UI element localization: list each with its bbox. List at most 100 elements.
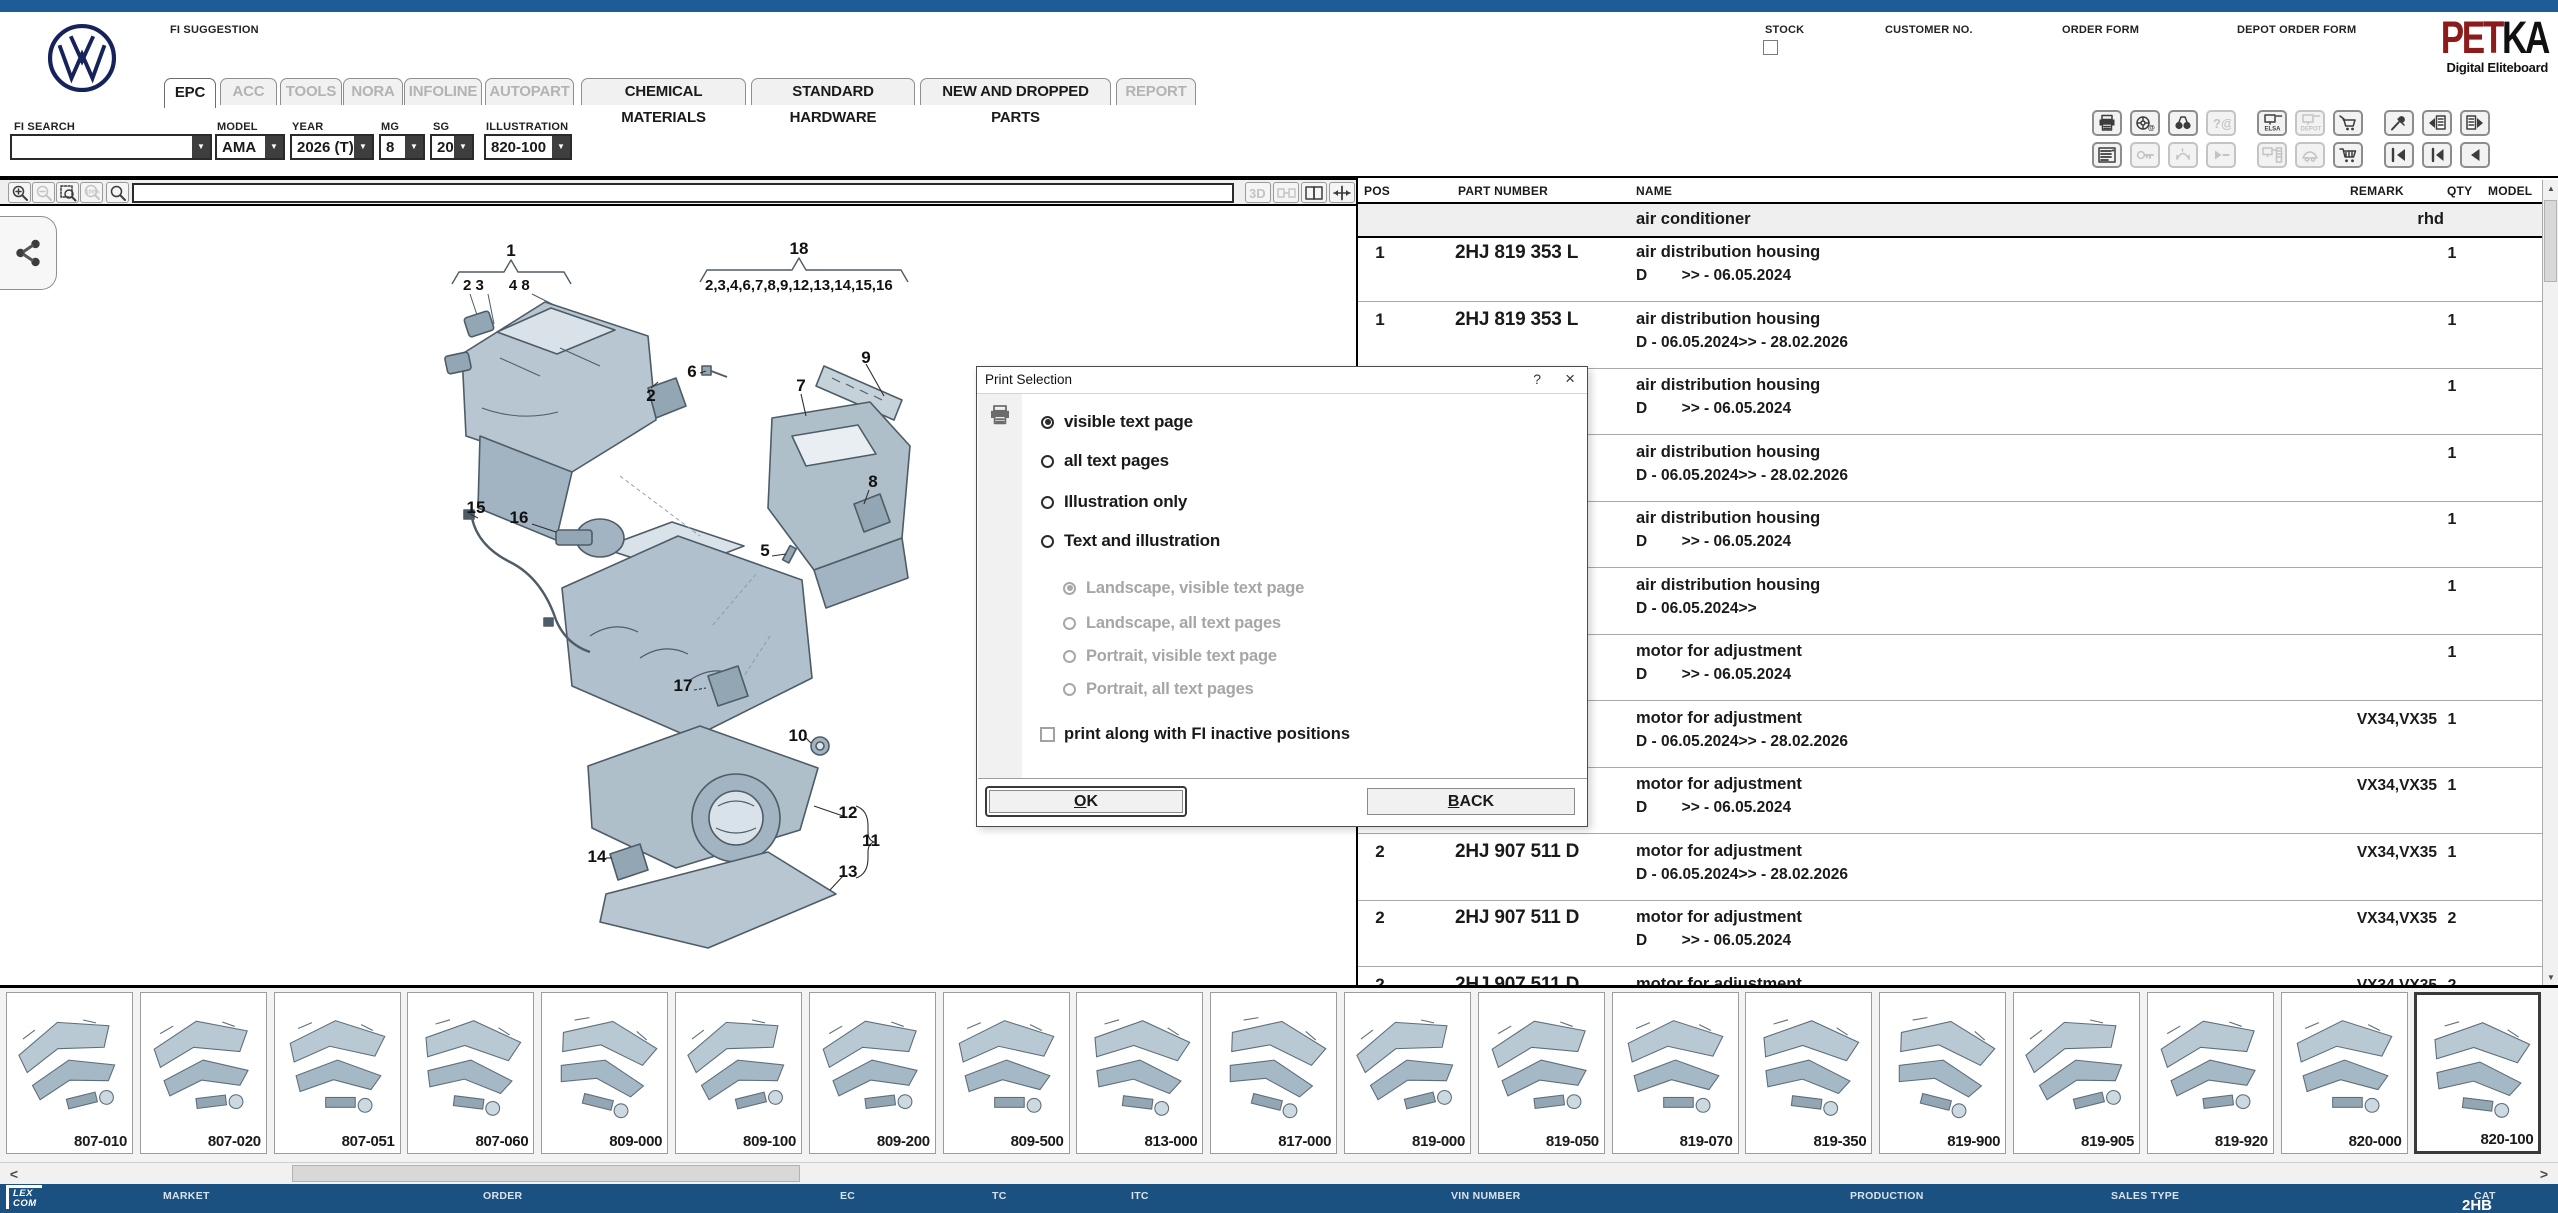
chevron-down-icon[interactable]: ▼ (552, 136, 570, 158)
dialog-help-button[interactable]: ? (1533, 371, 1541, 387)
filmstrip-item-809-100[interactable]: 809-100 (675, 992, 802, 1154)
fi-search-combo[interactable]: ▼ (10, 134, 212, 160)
fi-search-input[interactable] (17, 139, 191, 158)
filmstrip-item-817-000[interactable]: 817-000 (1210, 992, 1338, 1154)
filmstrip-item-813-000[interactable]: 813-000 (1076, 992, 1204, 1154)
zoom-in-button[interactable] (8, 182, 31, 203)
chevron-down-icon[interactable]: ▼ (405, 136, 423, 158)
stock-checkbox[interactable] (1763, 40, 1778, 55)
first-page-button[interactable] (2384, 142, 2414, 168)
list-icon (2098, 147, 2116, 163)
svg-text:@: @ (2148, 125, 2155, 132)
scroll-left-button[interactable]: < (4, 1163, 24, 1185)
filmstrip-item-820-000[interactable]: 820-000 (2280, 992, 2408, 1154)
filmstrip-item-819-900[interactable]: 819-900 (1879, 992, 2007, 1154)
radio-icon[interactable] (1041, 454, 1054, 468)
horizontal-scroll-thumb[interactable] (292, 1165, 800, 1182)
radio-icon[interactable] (1041, 415, 1054, 429)
radio-text-and-illustration[interactable]: Text and illustration (1041, 530, 1220, 552)
zoom-out-icon (36, 185, 52, 201)
elsa-button[interactable]: ELSA (2257, 110, 2287, 136)
scroll-down-button[interactable]: ▼ (2543, 969, 2558, 985)
radio-icon[interactable] (1041, 534, 1054, 548)
scroll-right-button[interactable]: > (2534, 1163, 2554, 1185)
filmstrip-item-807-051[interactable]: 807-051 (273, 992, 401, 1154)
table-vertical-scrollbar[interactable]: ▲ ▼ (2542, 180, 2558, 985)
filmstrip-item-819-350[interactable]: 819-350 (1745, 992, 1873, 1154)
wheel-catalog-button[interactable]: @ (2130, 110, 2160, 136)
filmstrip-item-807-060[interactable]: 807-060 (407, 992, 535, 1154)
back-page-button[interactable] (2460, 142, 2490, 168)
resize-pane-button[interactable] (1329, 182, 1355, 203)
close-icon[interactable]: × (1565, 369, 1575, 389)
illustration-combo[interactable]: 820-100 ▼ (484, 134, 572, 160)
ok-button[interactable]: OK (989, 790, 1183, 813)
print-button[interactable] (2092, 110, 2122, 136)
fi-inactive-checkbox[interactable] (1040, 726, 1055, 742)
group-header-row: air conditioner rhd (1358, 204, 2542, 238)
lexcom-logo: LEX COM (6, 1185, 42, 1209)
zoom-area-button[interactable] (56, 182, 79, 203)
filmstrip-scrollbar[interactable]: < > (0, 1162, 2558, 1184)
radio-all-text-pages[interactable]: all text pages (1041, 450, 1169, 472)
filmstrip-item-820-100[interactable]: 820-100 (2414, 992, 2542, 1154)
table-row[interactable]: 1 2HJ 819 353 L air distribution housing D … (1358, 303, 2542, 369)
model-combo[interactable]: AMA ▼ (215, 134, 285, 160)
row-name: motor for adjustment (1636, 642, 1802, 660)
dialog-checkbox-row[interactable]: print along with FI inactive positions (1040, 723, 1350, 745)
status-field-tc: TC (992, 1190, 1007, 1202)
filmstrip-item-809-200[interactable]: 809-200 (808, 992, 936, 1154)
previous-document-button[interactable] (2422, 110, 2452, 136)
table-row[interactable]: 2 2HJ 907 511 D motor for adjustment D - 06… (1358, 835, 2542, 901)
split-pane-icon (1305, 185, 1323, 200)
back-button[interactable]: BACK (1367, 788, 1575, 815)
search-illustration-button[interactable] (106, 182, 129, 203)
filmstrip-item-809-500[interactable]: 809-500 (942, 992, 1070, 1154)
status-field-itc: ITC (1131, 1190, 1149, 1202)
pushpin-icon (2391, 116, 2405, 131)
chevron-down-icon[interactable]: ▼ (265, 136, 283, 158)
filmstrip-item-819-905[interactable]: 819-905 (2013, 992, 2140, 1154)
chevron-down-icon[interactable]: ▼ (354, 136, 372, 158)
list-view-button[interactable] (2092, 142, 2122, 168)
search-binoculars-button[interactable] (2168, 110, 2198, 136)
mg-combo[interactable]: 8 ▼ (379, 134, 425, 160)
cart-button[interactable] (2333, 142, 2363, 168)
filmstrip-item-819-050[interactable]: 819-050 (1477, 992, 1605, 1154)
table-row[interactable]: 2 2HJ 907 511 D motor for adjustment D >> -… (1358, 901, 2542, 967)
filmstrip-item-819-000[interactable]: 819-000 (1344, 992, 1471, 1154)
illustration-search-input[interactable] (132, 183, 1234, 203)
year-combo[interactable]: 2026 (T) ▼ (290, 134, 374, 160)
chevron-down-icon[interactable]: ▼ (454, 136, 472, 158)
tab-standard-hardware[interactable]: STANDARD HARDWARE (751, 78, 915, 126)
filmstrip-item-819-920[interactable]: 819-920 (2146, 992, 2274, 1154)
radio-icon[interactable] (1041, 495, 1054, 509)
tab-epc[interactable]: EPC (164, 78, 216, 108)
add-to-cart-button[interactable] (2333, 110, 2363, 136)
order-form-label: ORDER FORM (2062, 24, 2140, 36)
next-document-button[interactable] (2460, 110, 2490, 136)
filmstrip-item-809-000[interactable]: 809-000 (541, 992, 669, 1154)
year-value: 2026 (T) (297, 139, 354, 156)
scroll-up-button[interactable]: ▲ (2543, 180, 2558, 196)
petka-app: FI SUGGESTION STOCK CUSTOMER NO. ORDER F… (0, 0, 2558, 1213)
callout-12: 12 (839, 803, 858, 822)
pin-button[interactable] (2384, 110, 2414, 136)
radio-visible-text-page[interactable]: visible text page (1041, 411, 1193, 433)
filmstrip-item-819-070[interactable]: 819-070 (1611, 992, 1739, 1154)
sg-combo[interactable]: 20 ▼ (430, 134, 474, 160)
split-view-button[interactable] (1301, 182, 1327, 203)
vertical-scroll-thumb[interactable] (2544, 200, 2557, 282)
chevron-down-icon[interactable]: ▼ (192, 136, 210, 158)
previous-page-button[interactable] (2422, 142, 2452, 168)
tab-new-and-dropped-parts[interactable]: NEW AND DROPPED PARTS (920, 78, 1111, 126)
table-row[interactable]: 1 2HJ 819 353 L air distribution housing D … (1358, 236, 2542, 302)
filmstrip-item-807-010[interactable]: 807-010 (6, 992, 133, 1154)
dialog-title-bar[interactable]: Print Selection ? × (977, 367, 1587, 394)
row-validity: D - 06.05.2024>> - 28.02.2026 (1636, 466, 1848, 484)
filmstrip-item-807-020[interactable]: 807-020 (139, 992, 267, 1154)
tab-chemical-materials[interactable]: CHEMICAL MATERIALS (581, 78, 746, 126)
table-row[interactable]: 2 2HJ 907 511 D motor for adjustment VX34,V… (1358, 968, 2542, 986)
radio-illustration-only[interactable]: Illustration only (1041, 491, 1187, 513)
lexcom-line2: COM (13, 1198, 37, 1209)
